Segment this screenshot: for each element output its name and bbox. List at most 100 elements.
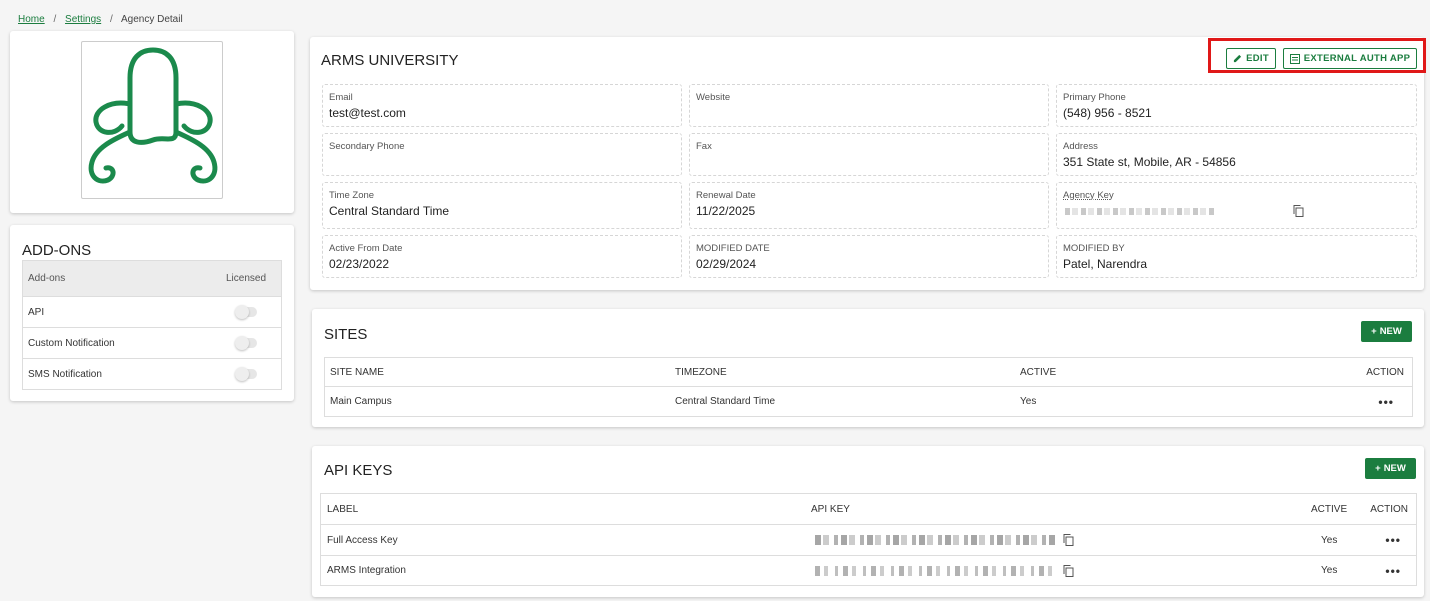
site-active: Yes <box>1020 396 1037 407</box>
addon-licensed-toggle[interactable] <box>235 305 257 319</box>
addon-licensed-toggle[interactable] <box>235 367 257 381</box>
api-keys-table: LABEL API KEY ACTIVE ACTION Full Access … <box>320 493 1417 586</box>
breadcrumb-separator: / <box>53 14 57 25</box>
addons-table-header: Add-ons Licensed <box>23 261 281 296</box>
agency-logo-card <box>10 31 294 213</box>
edit-button-label: EDIT <box>1246 53 1269 64</box>
more-actions-icon[interactable]: ••• <box>1385 533 1401 547</box>
column-active: ACTIVE <box>1020 366 1057 378</box>
modified-date-value: 02/29/2024 <box>696 257 757 271</box>
sites-card: SITES + NEW SITE NAME TIMEZONE ACTIVE AC… <box>312 309 1424 427</box>
agency-key-label: Agency Key <box>1063 190 1114 201</box>
column-action: ACTION <box>1366 366 1404 378</box>
addon-row-sms-notification: SMS Notification <box>23 358 281 389</box>
addons-column-name: Add-ons <box>28 273 66 284</box>
more-actions-icon[interactable]: ••• <box>1378 395 1394 409</box>
table-row: Full Access Key Yes ••• <box>321 525 1416 555</box>
email-label: Email <box>329 92 353 103</box>
plus-icon: + <box>1375 463 1381 474</box>
app-list-icon <box>1289 53 1300 64</box>
breadcrumb-current: Agency Detail <box>120 14 183 25</box>
email-value: test@test.com <box>329 106 406 120</box>
column-api-key: API KEY <box>811 503 850 515</box>
sites-table-header: SITE NAME TIMEZONE ACTIVE ACTION <box>325 358 1412 387</box>
agency-detail-card: ARMS UNIVERSITY EDIT EXTERNAL AUTH APP E… <box>310 37 1426 290</box>
website-field: Website <box>689 84 1049 127</box>
time-zone-label: Time Zone <box>329 190 375 201</box>
address-label: Address <box>1063 141 1098 152</box>
new-api-key-button[interactable]: + NEW <box>1365 458 1416 479</box>
more-actions-icon[interactable]: ••• <box>1385 564 1401 578</box>
breadcrumb-separator: / <box>109 14 113 25</box>
secondary-phone-label: Secondary Phone <box>329 141 405 152</box>
column-active: ACTIVE <box>1311 503 1348 515</box>
modified-by-field: MODIFIED BY Patel, Narendra <box>1056 235 1417 278</box>
primary-phone-label: Primary Phone <box>1063 92 1126 103</box>
sites-table: SITE NAME TIMEZONE ACTIVE ACTION Main Ca… <box>324 357 1413 417</box>
copy-icon[interactable] <box>1063 534 1074 546</box>
column-site-name: SITE NAME <box>330 366 384 378</box>
agency-key-redacted <box>1065 208 1215 215</box>
fax-field: Fax <box>689 133 1049 176</box>
active-from-date-label: Active From Date <box>329 243 403 254</box>
addon-licensed-toggle[interactable] <box>235 336 257 350</box>
primary-phone-value: (548) 956 - 8521 <box>1063 106 1152 120</box>
column-action: ACTION <box>1370 503 1408 515</box>
api-key-label: Full Access Key <box>327 534 398 546</box>
table-row: ARMS Integration Yes ••• <box>321 555 1416 585</box>
breadcrumb-settings-link[interactable]: Settings <box>65 14 101 25</box>
addon-name: API <box>28 306 45 318</box>
modified-date-label: MODIFIED DATE <box>696 243 770 254</box>
pencil-icon <box>1233 54 1242 63</box>
api-key-active: Yes <box>1321 565 1338 576</box>
sites-title: SITES <box>324 326 368 343</box>
agency-logo <box>81 41 223 199</box>
arms-logo-icon <box>88 47 218 184</box>
addon-row-api: API <box>23 296 281 327</box>
modified-by-value: Patel, Narendra <box>1063 257 1148 271</box>
copy-icon[interactable] <box>1063 565 1074 577</box>
external-auth-app-label: EXTERNAL AUTH APP <box>1303 53 1411 64</box>
new-site-label: NEW <box>1379 326 1402 337</box>
agency-name: ARMS UNIVERSITY <box>321 52 459 69</box>
addon-row-custom-notification: Custom Notification <box>23 327 281 358</box>
plus-icon: + <box>1371 326 1377 337</box>
active-from-date-value: 02/23/2022 <box>329 257 390 271</box>
copy-icon[interactable] <box>1293 205 1304 217</box>
website-label: Website <box>696 92 731 103</box>
api-key-active: Yes <box>1321 534 1338 546</box>
secondary-phone-field: Secondary Phone <box>322 133 682 176</box>
column-timezone: TIMEZONE <box>675 366 727 378</box>
renewal-date-field: Renewal Date 11/22/2025 <box>689 182 1049 229</box>
external-auth-app-button[interactable]: EXTERNAL AUTH APP <box>1283 48 1417 69</box>
renewal-date-label: Renewal Date <box>696 190 756 201</box>
time-zone-field: Time Zone Central Standard Time <box>322 182 682 229</box>
fax-label: Fax <box>696 141 712 152</box>
addon-name: SMS Notification <box>28 368 102 380</box>
agency-key-field: Agency Key <box>1056 182 1417 229</box>
new-api-key-label: NEW <box>1383 463 1406 474</box>
table-row: Main Campus Central Standard Time Yes ••… <box>325 387 1412 416</box>
addons-column-licensed: Licensed <box>225 273 267 284</box>
api-key-label: ARMS Integration <box>327 565 406 576</box>
addons-card: ADD-ONS Add-ons Licensed API Custom Noti… <box>10 225 294 401</box>
addon-name: Custom Notification <box>28 337 115 349</box>
renewal-date-value: 11/22/2025 <box>696 204 756 218</box>
address-field: Address 351 State st, Mobile, AR - 54856 <box>1056 133 1417 176</box>
site-timezone: Central Standard Time <box>675 396 776 407</box>
api-keys-table-header: LABEL API KEY ACTIVE ACTION <box>321 494 1416 525</box>
api-key-redacted <box>815 535 1057 545</box>
new-site-button[interactable]: + NEW <box>1361 321 1412 342</box>
api-keys-card: API KEYS + NEW LABEL API KEY ACTIVE ACTI… <box>312 446 1424 597</box>
active-from-date-field: Active From Date 02/23/2022 <box>322 235 682 278</box>
site-name: Main Campus <box>330 396 392 407</box>
primary-phone-field: Primary Phone (548) 956 - 8521 <box>1056 84 1417 127</box>
edit-button[interactable]: EDIT <box>1226 48 1276 69</box>
email-field: Email test@test.com <box>322 84 682 127</box>
api-key-redacted <box>815 565 1057 576</box>
addons-table: Add-ons Licensed API Custom Notification… <box>22 260 282 390</box>
time-zone-value: Central Standard Time <box>329 204 450 218</box>
addons-title: ADD-ONS <box>22 242 92 259</box>
modified-by-label: MODIFIED BY <box>1063 243 1125 254</box>
breadcrumb-home-link[interactable]: Home <box>18 14 45 25</box>
